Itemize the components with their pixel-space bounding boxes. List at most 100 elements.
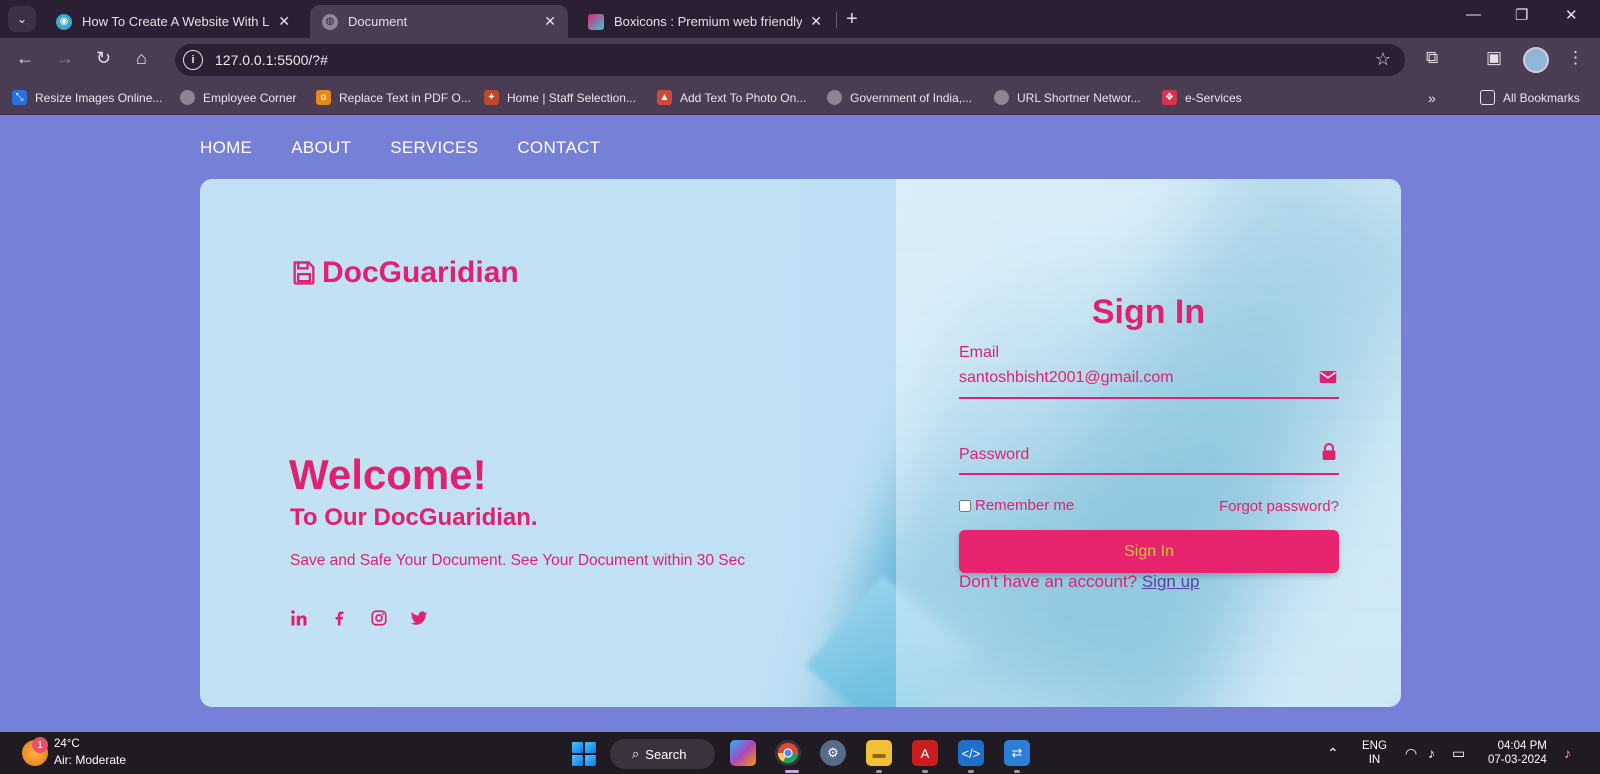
more-bookmarks-icon[interactable]: » [1428, 90, 1436, 106]
settings-icon[interactable]: ⚙ [820, 740, 846, 766]
boxicons-favicon-icon [588, 13, 604, 30]
globe-icon [180, 90, 195, 105]
forgot-password-link[interactable]: Forgot password? [1219, 498, 1339, 515]
pdf-tool-icon: ɑ [316, 90, 331, 105]
folder-icon [1480, 90, 1495, 105]
resize-icon: ⤡ [12, 90, 27, 105]
sign-up-link[interactable]: Sign up [1142, 572, 1200, 591]
login-card: DocGuaridian Welcome! To Our DocGuaridia… [200, 179, 1401, 707]
close-tab-icon[interactable]: ✕ [810, 13, 822, 30]
email-label: Email [959, 344, 1000, 361]
home-icon[interactable]: ⌂ [136, 48, 147, 69]
tray-overflow-icon[interactable]: ⌃ [1327, 745, 1339, 762]
vscode-icon[interactable]: </> [958, 740, 984, 766]
nav-about[interactable]: ABOUT [291, 138, 351, 158]
tab-boxicons[interactable]: Boxicons : Premium web friendly ic ✕ [576, 5, 834, 38]
close-tab-icon[interactable]: ✕ [544, 13, 556, 30]
running-app-indicator [1014, 770, 1020, 773]
linkedin-icon[interactable] [290, 609, 308, 627]
floppy-disk-icon [293, 261, 315, 285]
bookmark-item[interactable]: Employee Corner [180, 90, 296, 105]
profile-avatar[interactable] [1523, 47, 1549, 73]
lang-top: ENG [1362, 740, 1387, 752]
lang-bottom: IN [1368, 754, 1381, 766]
system-clock[interactable]: 04:04 PM 07-03-2024 [1488, 739, 1547, 767]
globe-icon: ◍ [322, 13, 338, 30]
battery-icon[interactable]: ▭ [1452, 745, 1465, 762]
minimize-icon[interactable]: — [1466, 6, 1481, 23]
back-icon[interactable]: ← [16, 48, 34, 69]
chrome-logo-icon [777, 742, 799, 764]
sign-in-panel: Sign In Email santoshbisht2001@gmail.com… [896, 179, 1401, 707]
weather-desc[interactable]: Air: Moderate [54, 753, 126, 767]
tab-document[interactable]: ◍ Document ✕ [310, 5, 568, 38]
password-placeholder[interactable]: Password [959, 446, 1029, 464]
email-field[interactable]: santoshbisht2001@gmail.com [959, 365, 1339, 399]
globe-icon [994, 90, 1009, 105]
bookmark-item[interactable]: ❖ e-Services [1162, 90, 1242, 105]
bookmark-item[interactable]: ✦ Home | Staff Selection... [484, 90, 636, 105]
all-bookmarks-button[interactable]: All Bookmarks [1480, 90, 1580, 105]
tab-how-to-create[interactable]: ◉ How To Create A Website With Lo ✕ [44, 5, 302, 38]
file-explorer-icon[interactable]: ▬ [866, 740, 892, 766]
remote-app-icon[interactable]: ⇄ [1004, 740, 1030, 766]
tab-divider [836, 12, 837, 28]
address-bar[interactable]: i 127.0.0.1:5500/?# ☆ [175, 44, 1405, 76]
running-app-indicator [876, 770, 882, 773]
password-field[interactable]: Password [959, 443, 1339, 475]
bookmark-label: Home | Staff Selection... [507, 90, 636, 105]
instagram-icon[interactable] [370, 609, 388, 627]
start-icon[interactable] [572, 742, 596, 766]
bookmark-star-icon[interactable]: ☆ [1375, 49, 1391, 70]
notifications-bell-icon[interactable]: ♪ [1564, 745, 1571, 761]
reload-icon[interactable]: ↻ [96, 48, 111, 69]
brand-logo: DocGuaridian [290, 256, 519, 290]
side-panel-icon[interactable]: ▣ [1486, 48, 1502, 68]
running-app-indicator [922, 770, 928, 773]
bookmark-item[interactable]: Government of India,... [827, 90, 972, 105]
wifi-icon[interactable]: ◠ [1405, 745, 1417, 762]
bookmark-label: e-Services [1185, 90, 1242, 105]
language-indicator[interactable]: ENG IN [1362, 739, 1387, 767]
taskbar-search[interactable]: ⌕ Search [610, 739, 715, 769]
photo-text-icon: ▲ [657, 90, 672, 105]
signup-prompt: Don't have an account? Sign up [959, 572, 1200, 592]
bookmark-item[interactable]: URL Shortner Networ... [994, 90, 1141, 105]
brand-name: DocGuaridian [322, 256, 519, 289]
extensions-icon[interactable]: ⧉ [1426, 48, 1438, 68]
facebook-icon[interactable] [330, 609, 348, 627]
active-app-indicator [785, 770, 799, 773]
weather-temp[interactable]: 24°C [54, 738, 80, 750]
remember-me[interactable]: Remember me [959, 497, 1074, 514]
sign-in-button[interactable]: Sign In [959, 530, 1339, 573]
bookmark-item[interactable]: ⤡ Resize Images Online... [12, 90, 162, 105]
clock-time: 04:04 PM [1497, 740, 1547, 752]
twitter-icon[interactable] [410, 609, 428, 627]
close-tab-icon[interactable]: ✕ [278, 13, 290, 30]
close-window-icon[interactable]: ✕ [1565, 6, 1578, 24]
nav-services[interactable]: SERVICES [390, 138, 478, 158]
forward-icon[interactable]: → [56, 48, 74, 69]
url-text[interactable]: 127.0.0.1:5500/?# [215, 52, 328, 68]
new-tab-icon[interactable]: + [846, 8, 858, 31]
copilot-icon[interactable] [730, 740, 756, 766]
acrobat-icon[interactable]: A [912, 740, 938, 766]
bookmark-label: Government of India,... [850, 90, 973, 105]
email-value[interactable]: santoshbisht2001@gmail.com [959, 369, 1174, 387]
volume-icon[interactable]: ♪ [1428, 745, 1435, 761]
menu-icon[interactable]: ⋮ [1567, 48, 1584, 68]
site-info-icon[interactable]: i [183, 50, 203, 70]
bookmark-item[interactable]: ▲ Add Text To Photo On... [657, 90, 806, 105]
tab-strip: ⌄ ◉ How To Create A Website With Lo ✕ ◍ … [0, 0, 1600, 38]
running-app-indicator [968, 770, 974, 773]
bookmark-label: URL Shortner Networ... [1017, 90, 1141, 105]
all-bookmarks-label: All Bookmarks [1503, 90, 1580, 105]
remember-checkbox[interactable] [959, 499, 971, 512]
search-label: Search [645, 746, 687, 762]
nav-contact[interactable]: CONTACT [517, 138, 600, 158]
nav-home[interactable]: HOME [200, 138, 252, 158]
bookmark-item[interactable]: ɑ Replace Text in PDF O... [316, 90, 471, 105]
chrome-icon[interactable] [775, 740, 801, 766]
restore-icon[interactable]: ❐ [1515, 6, 1528, 24]
tab-search-button[interactable]: ⌄ [8, 6, 36, 32]
